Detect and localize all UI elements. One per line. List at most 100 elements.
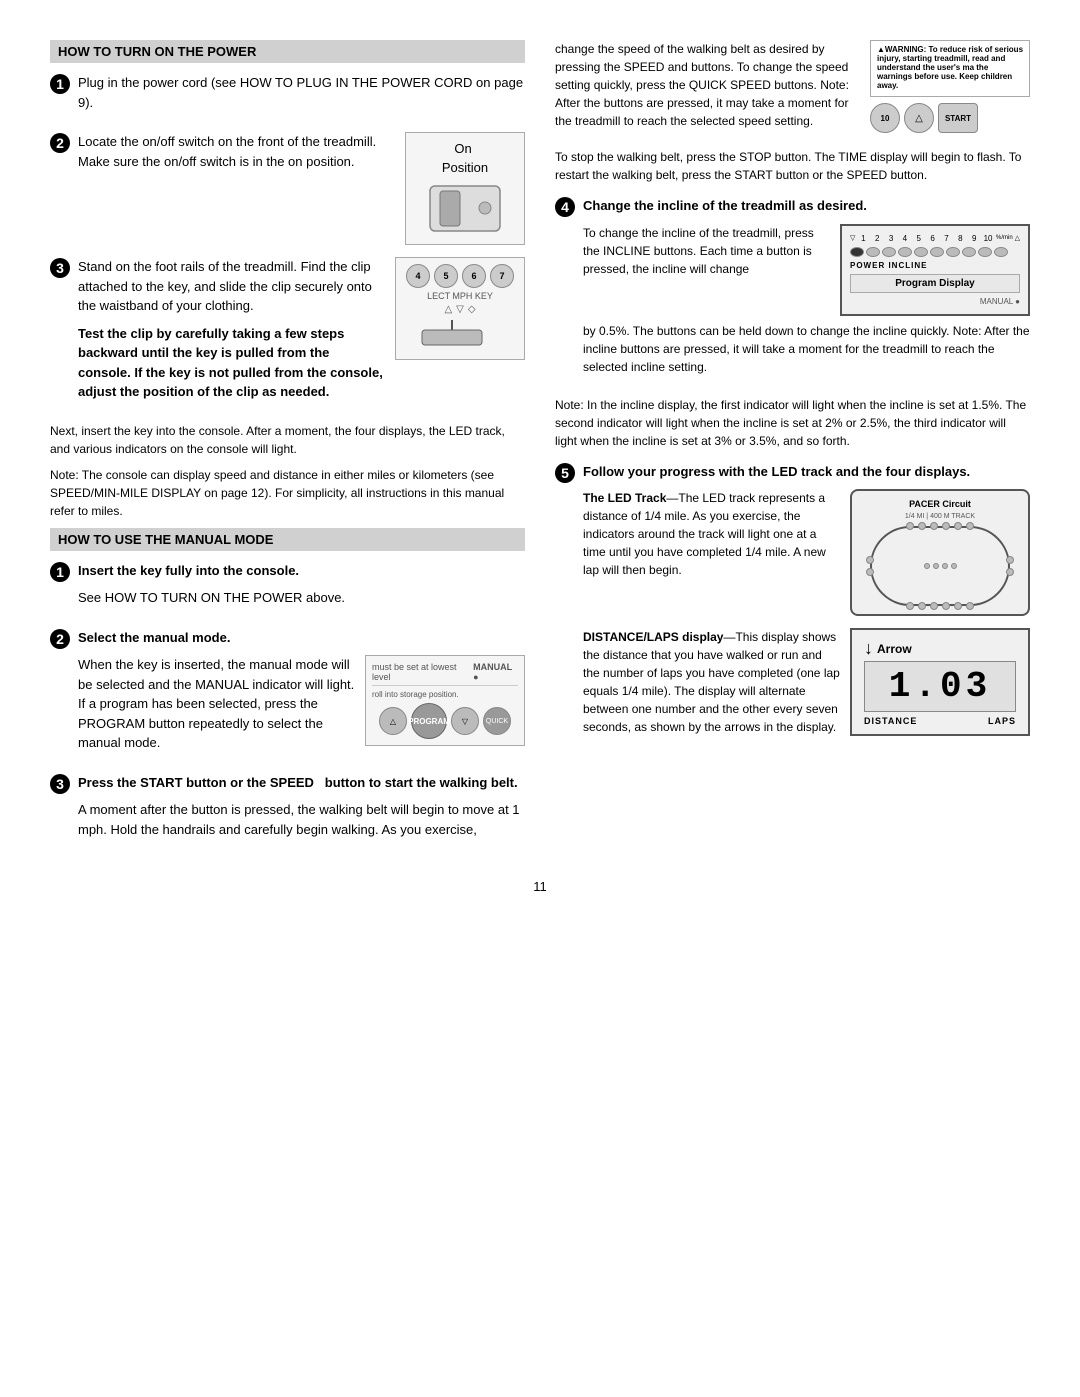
step-4: 4 Change the incline of the treadmill as…	[555, 196, 1030, 384]
step-4-text1: To change the incline of the treadmill, …	[583, 224, 830, 278]
arrow-up-btn: △	[444, 304, 452, 315]
pacer-inner-dot-3	[942, 563, 948, 569]
pacer-inner-dot-1	[924, 563, 930, 569]
left-column: HOW TO TURN ON THE POWER 1 Plug in the p…	[50, 40, 525, 859]
incline-dot-10	[994, 247, 1008, 257]
pacer-dot-b3	[930, 602, 938, 610]
step-1-power: 1 Plug in the power cord (see HOW TO PLU…	[50, 73, 525, 120]
console-incline-down-btn: △	[379, 707, 407, 735]
pacer-dot-t5	[954, 522, 962, 530]
step-number-3: 3	[50, 258, 70, 278]
section-header-manual: HOW TO USE THE MANUAL MODE	[50, 528, 525, 551]
pacer-dot-t3	[930, 522, 938, 530]
led-track-title: The LED Track	[583, 491, 666, 505]
speed-paragraph: change the speed of the walking belt as …	[555, 40, 860, 130]
on-position-image: On Position	[405, 132, 525, 245]
manual-step-1-text: See HOW TO TURN ON THE POWER above.	[78, 588, 525, 608]
incline-num-6: 6	[927, 234, 939, 243]
right-column: change the speed of the walking belt as …	[555, 40, 1030, 859]
manual-step-number-3: 3	[50, 774, 70, 794]
incline-num-10: 10	[982, 234, 994, 243]
manual-step-2-text: When the key is inserted, the manual mod…	[78, 655, 355, 753]
arrow-down-btn: ▽	[456, 304, 464, 315]
manual-step-1-content: Insert the key fully into the console. S…	[78, 561, 525, 616]
incline-num-4: 4	[899, 234, 911, 243]
incline-num-3: 3	[885, 234, 897, 243]
pacer-dots-top	[906, 522, 974, 530]
step-number-4: 4	[555, 197, 575, 217]
incline-up-arrow: △	[1015, 234, 1020, 242]
manual-step-3: 3 Press the START button or the SPEED bu…	[50, 773, 525, 848]
keypad-label: LECT MPH KEY	[402, 291, 518, 301]
speed-section: change the speed of the walking belt as …	[555, 40, 1030, 138]
console-top-text2: roll into storage position.	[372, 690, 518, 699]
console-program-btn: PROGRAM	[411, 703, 447, 739]
manual-step-number-2: 2	[50, 629, 70, 649]
step-number-1: 1	[50, 74, 70, 94]
distance-arrow-label: Arrow	[877, 642, 912, 656]
incline-num-5: 5	[913, 234, 925, 243]
stop-paragraph: To stop the walking belt, press the STOP…	[555, 148, 1030, 184]
incline-manual-indicator: MANUAL ●	[850, 297, 1020, 306]
keypad-btn-7: 7	[490, 264, 514, 288]
incline-indicator-row	[850, 247, 1020, 257]
speed-buttons-row: 10 △ START	[870, 103, 1030, 133]
manual-step-1-title: Insert the key fully into the console.	[78, 561, 525, 581]
incline-numbers-row: ▽ 1 2 3 4 5 6 7 8 9 10 %/min △	[850, 234, 1020, 243]
incline-dot-4	[898, 247, 912, 257]
step-3-power: 3 Stand on the foot rails of the treadmi…	[50, 257, 525, 410]
warning-box: ▲WARNING: To reduce risk of serious inju…	[870, 40, 1030, 97]
step-2-content: Locate the on/off switch on the front of…	[78, 132, 525, 245]
pacer-inner-dot-4	[951, 563, 957, 569]
keypad-btn-5: 5	[434, 264, 458, 288]
start-button: START	[938, 103, 978, 133]
incline-dot-8	[962, 247, 976, 257]
distance-arrow-icon: ↓	[864, 638, 873, 659]
pacer-dots-bottom	[906, 602, 974, 610]
incline-dot-5	[914, 247, 928, 257]
pacer-dot-l1	[866, 556, 874, 564]
distance-number-display: 1.03	[864, 661, 1016, 712]
incline-dot-7	[946, 247, 960, 257]
pacer-title: PACER Circuit	[909, 499, 971, 509]
pacer-dot-t4	[942, 522, 950, 530]
manual-step-1: 1 Insert the key fully into the console.…	[50, 561, 525, 616]
incline-power-label: POWER INCLINE	[850, 261, 1020, 270]
distance-labels-row: DISTANCE LAPS	[864, 716, 1016, 726]
paragraph-2: Note: The console can display speed and …	[50, 466, 525, 520]
incline-percent-label: %/min	[996, 235, 1013, 241]
pacer-dot-b1	[906, 602, 914, 610]
manual-step-3-text: A moment after the button is pressed, th…	[78, 800, 525, 839]
incline-dot-9	[978, 247, 992, 257]
pacer-dot-b4	[942, 602, 950, 610]
pacer-dots-right	[1006, 556, 1014, 576]
manual-step-number-1: 1	[50, 562, 70, 582]
pacer-dot-t2	[918, 522, 926, 530]
step-3-text: Stand on the foot rails of the treadmill…	[78, 257, 385, 316]
speed-buttons-image: ▲WARNING: To reduce risk of serious inju…	[870, 40, 1030, 133]
warning-title: ▲WARNING: To reduce risk of serious inju…	[877, 45, 1023, 90]
keypad-btn-4: 4	[406, 264, 430, 288]
incline-dot-2	[866, 247, 880, 257]
distance-text: DISTANCE/LAPS display—This display shows…	[583, 628, 840, 736]
incline-dot-6	[930, 247, 944, 257]
pacer-dot-b2	[918, 602, 926, 610]
pacer-dot-t1	[906, 522, 914, 530]
pacer-dot-r1	[1006, 556, 1014, 564]
section-header-power: HOW TO TURN ON THE POWER	[50, 40, 525, 63]
speed-10-btn: 10	[870, 103, 900, 133]
incline-dot-3	[882, 247, 896, 257]
console-incline-up-btn: ▽	[451, 707, 479, 735]
distance-title: DISTANCE/LAPS display	[583, 630, 723, 644]
pacer-dot-b6	[966, 602, 974, 610]
clip-illustration	[402, 315, 512, 350]
program-display-box: Program Display	[850, 274, 1020, 293]
step-5-content: Follow your progress with the LED track …	[583, 462, 1030, 745]
arrow-symbol: ◇	[468, 304, 476, 315]
incline-num-2: 2	[871, 234, 883, 243]
pacer-subtitle: 1/4 MI | 400 M TRACK	[905, 513, 975, 520]
step-number-5: 5	[555, 463, 575, 483]
incline-num-9: 9	[968, 234, 980, 243]
pacer-track	[870, 526, 1010, 606]
incline-num-7: 7	[941, 234, 953, 243]
